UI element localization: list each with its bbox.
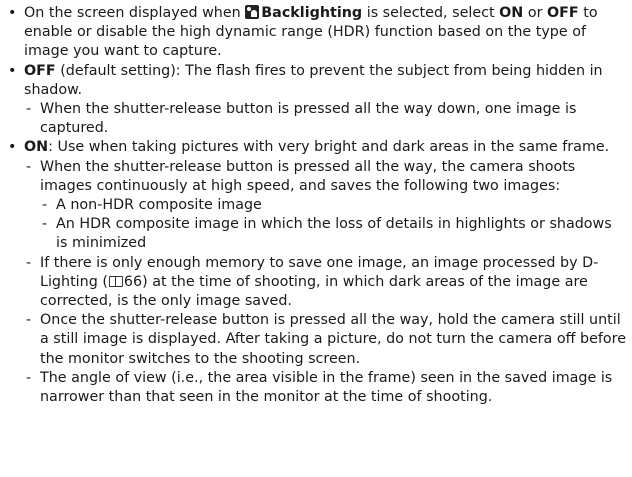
bullet-item-hdr-setting: • On the screen displayed when Backlight…	[6, 4, 626, 62]
dash-marker: -	[26, 101, 32, 118]
dash-marker: -	[26, 369, 32, 386]
text: When the shutter-release button is press…	[40, 101, 577, 137]
sub-item: - When the shutter-release button is pre…	[6, 100, 626, 138]
bullet-item-on: • ON: Use when taking pictures with very…	[6, 138, 626, 157]
manual-page: • On the screen displayed when Backlight…	[0, 0, 632, 477]
text: (default setting): The flash fires to pr…	[24, 62, 603, 98]
bullet-marker: •	[8, 139, 17, 156]
text: : Use when taking pictures with very bri…	[48, 139, 610, 156]
dash-marker: -	[42, 197, 48, 214]
on-label: ON	[499, 5, 524, 21]
dash-marker: -	[42, 216, 48, 233]
sub-item: - If there is only enough memory to save…	[6, 254, 626, 312]
bullet-item-off: • OFF (default setting): The flash fires…	[6, 62, 626, 100]
on-label: ON	[24, 139, 49, 156]
bullet-marker: •	[8, 62, 17, 79]
text: An HDR composite image in which the loss…	[56, 216, 612, 252]
text: When the shutter-release button is press…	[40, 158, 576, 194]
backlighting-scene-icon	[245, 5, 260, 19]
text: On the screen displayed when	[24, 5, 241, 21]
text: The angle of view (i.e., the area visibl…	[40, 369, 613, 406]
sub-sub-item: - An HDR composite image in which the lo…	[6, 215, 626, 253]
sub-item: - When the shutter-release button is pre…	[6, 158, 626, 196]
dash-marker: -	[26, 158, 32, 175]
sub-item: - Once the shutter-release button is pre…	[6, 311, 626, 369]
text: Once the shutter-release button is press…	[40, 312, 627, 367]
dash-marker: -	[26, 254, 32, 271]
text: A non-HDR composite image	[56, 197, 262, 214]
off-label: OFF	[24, 62, 56, 79]
off-label: OFF	[547, 5, 579, 21]
sub-item: - The angle of view (i.e., the area visi…	[6, 369, 626, 407]
sub-sub-item: - A non-HDR composite image	[6, 196, 626, 215]
text: is selected, select	[366, 5, 495, 21]
text: or	[527, 5, 543, 21]
bullet-marker: •	[8, 5, 17, 21]
book-reference-icon	[108, 275, 123, 287]
backlighting-label: Backlighting	[261, 5, 363, 21]
dash-marker: -	[26, 312, 32, 329]
